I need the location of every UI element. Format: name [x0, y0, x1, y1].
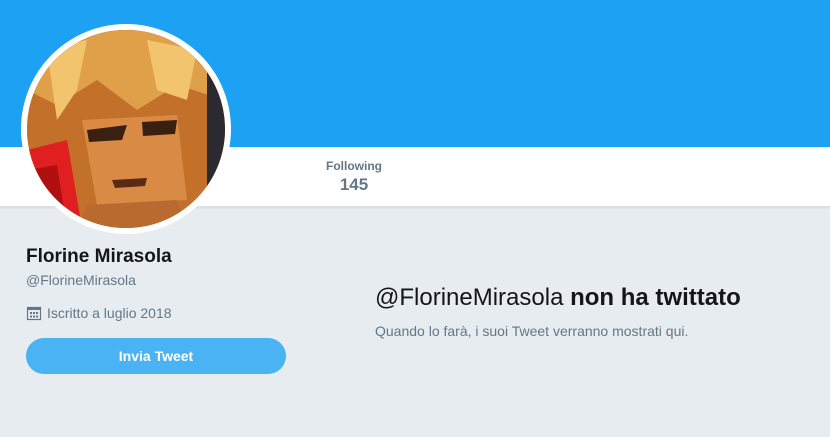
profile-display-name: Florine Mirasola	[26, 246, 172, 267]
empty-timeline-title-suffix: non ha twittato	[570, 284, 741, 311]
calendar-icon	[26, 306, 42, 321]
joined-date: Iscritto a luglio 2018	[26, 305, 172, 321]
empty-timeline-title: @FlorineMirasola non ha twittato	[375, 284, 741, 312]
avatar-image	[27, 30, 225, 228]
joined-date-text: Iscritto a luglio 2018	[47, 305, 172, 321]
avatar[interactable]	[27, 30, 225, 228]
stat-following[interactable]: Following 145	[318, 159, 390, 195]
profile-handle: @FlorineMirasola	[26, 272, 136, 288]
stat-following-value: 145	[339, 175, 369, 194]
empty-timeline-subtitle: Quando lo farà, i suoi Tweet verranno mo…	[375, 323, 689, 339]
empty-timeline-handle: @FlorineMirasola	[375, 284, 564, 311]
send-tweet-button[interactable]: Invia Tweet	[26, 338, 286, 374]
stat-following-label: Following	[326, 159, 382, 173]
